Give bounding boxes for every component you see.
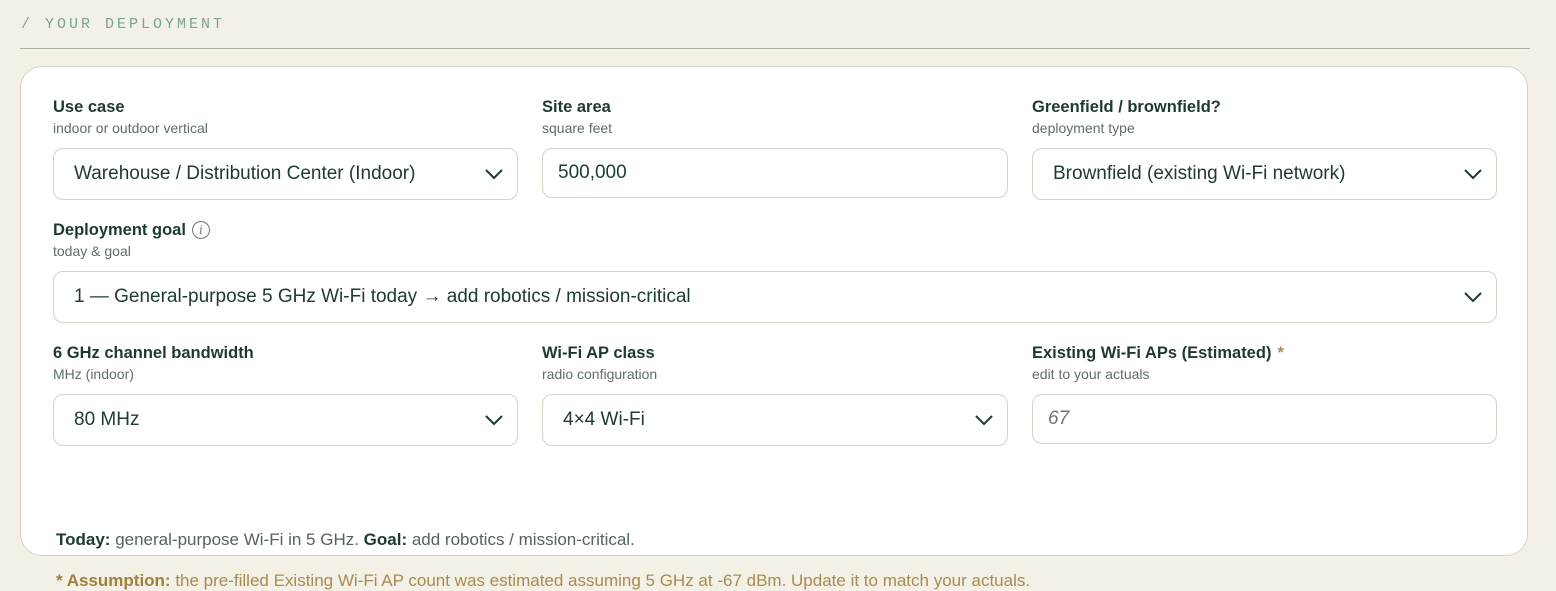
deployment-goal-sublabel: today & goal bbox=[53, 243, 131, 259]
today-text: general-purpose Wi-Fi in 5 GHz. bbox=[110, 530, 364, 549]
goal-text: add robotics / mission-critical. bbox=[407, 530, 635, 549]
info-icon[interactable]: i bbox=[191, 221, 210, 239]
channel-bandwidth-select[interactable]: 80 MHz bbox=[53, 394, 518, 446]
deployment-goal-label-row: Deployment goal i bbox=[53, 220, 210, 240]
channel-bandwidth-field-header: 6 GHz channel bandwidth MHz (indoor) bbox=[53, 343, 254, 383]
assumption-text: the pre-filled Existing Wi-Fi AP count w… bbox=[170, 571, 1031, 590]
chevron-down-icon bbox=[1464, 292, 1482, 303]
use-case-value: Warehouse / Distribution Center (Indoor) bbox=[74, 163, 416, 184]
chevron-down-icon bbox=[485, 169, 503, 180]
greenfield-value: Brownfield (existing Wi-Fi network) bbox=[1053, 163, 1346, 184]
site-area-field-header: Site area square feet bbox=[542, 97, 612, 137]
site-area-sublabel: square feet bbox=[542, 120, 613, 136]
greenfield-field-header: Greenfield / brownfield? deployment type bbox=[1032, 97, 1221, 137]
site-area-input[interactable]: 500,000 bbox=[542, 148, 1008, 198]
deployment-goal-field-header: Deployment goal i today & goal bbox=[53, 220, 210, 260]
deployment-goal-value: 1 — General-purpose 5 GHz Wi-Fi today → … bbox=[74, 286, 691, 307]
existing-aps-placeholder: 67 bbox=[1048, 408, 1070, 429]
deployment-goal-label: Deployment goal bbox=[53, 221, 186, 239]
channel-bandwidth-sublabel: MHz (indoor) bbox=[53, 366, 134, 382]
ap-class-value: 4×4 Wi-Fi bbox=[563, 409, 645, 430]
summary-line: Today: general-purpose Wi-Fi in 5 GHz. G… bbox=[56, 530, 635, 550]
existing-aps-input[interactable]: 67 bbox=[1032, 394, 1497, 444]
chevron-down-icon bbox=[975, 415, 993, 426]
ap-class-field-header: Wi-Fi AP class radio configuration bbox=[542, 343, 657, 383]
greenfield-select[interactable]: Brownfield (existing Wi-Fi network) bbox=[1032, 148, 1497, 200]
use-case-sublabel: indoor or outdoor vertical bbox=[53, 120, 208, 136]
greenfield-sublabel: deployment type bbox=[1032, 120, 1135, 136]
site-area-value: 500,000 bbox=[558, 162, 627, 183]
goal-label: Goal: bbox=[363, 530, 408, 549]
chevron-down-icon bbox=[485, 415, 503, 426]
use-case-select[interactable]: Warehouse / Distribution Center (Indoor) bbox=[53, 148, 518, 200]
ap-class-sublabel: radio configuration bbox=[542, 366, 658, 382]
use-case-field-header: Use case indoor or outdoor vertical bbox=[53, 97, 208, 137]
chevron-down-icon bbox=[1464, 169, 1482, 180]
existing-aps-sublabel: edit to your actuals bbox=[1032, 366, 1150, 382]
deployment-card: Use case indoor or outdoor vertical Ware… bbox=[20, 66, 1528, 590]
site-area-label: Site area bbox=[542, 98, 611, 116]
use-case-label: Use case bbox=[53, 98, 125, 116]
section-heading: / YOUR DEPLOYMENT bbox=[21, 16, 226, 33]
channel-bandwidth-label: 6 GHz channel bandwidth bbox=[53, 344, 254, 362]
greenfield-label: Greenfield / brownfield? bbox=[1032, 98, 1221, 116]
section-divider bbox=[20, 48, 1530, 49]
required-mark: * bbox=[1277, 344, 1284, 362]
deployment-goal-select[interactable]: 1 — General-purpose 5 GHz Wi-Fi today → … bbox=[53, 271, 1497, 323]
assumption-note: * Assumption: the pre-filled Existing Wi… bbox=[56, 571, 1030, 591]
ap-class-select[interactable]: 4×4 Wi-Fi bbox=[542, 394, 1008, 446]
ap-class-label: Wi-Fi AP class bbox=[542, 344, 655, 362]
existing-aps-field-header: Existing Wi-Fi APs (Estimated) * edit to… bbox=[1032, 343, 1284, 383]
today-label: Today: bbox=[56, 530, 111, 549]
channel-bandwidth-value: 80 MHz bbox=[74, 409, 140, 430]
existing-aps-label-row: Existing Wi-Fi APs (Estimated) * bbox=[1032, 343, 1284, 363]
existing-aps-label: Existing Wi-Fi APs (Estimated) bbox=[1032, 344, 1272, 362]
assumption-label: * Assumption: bbox=[56, 571, 171, 590]
